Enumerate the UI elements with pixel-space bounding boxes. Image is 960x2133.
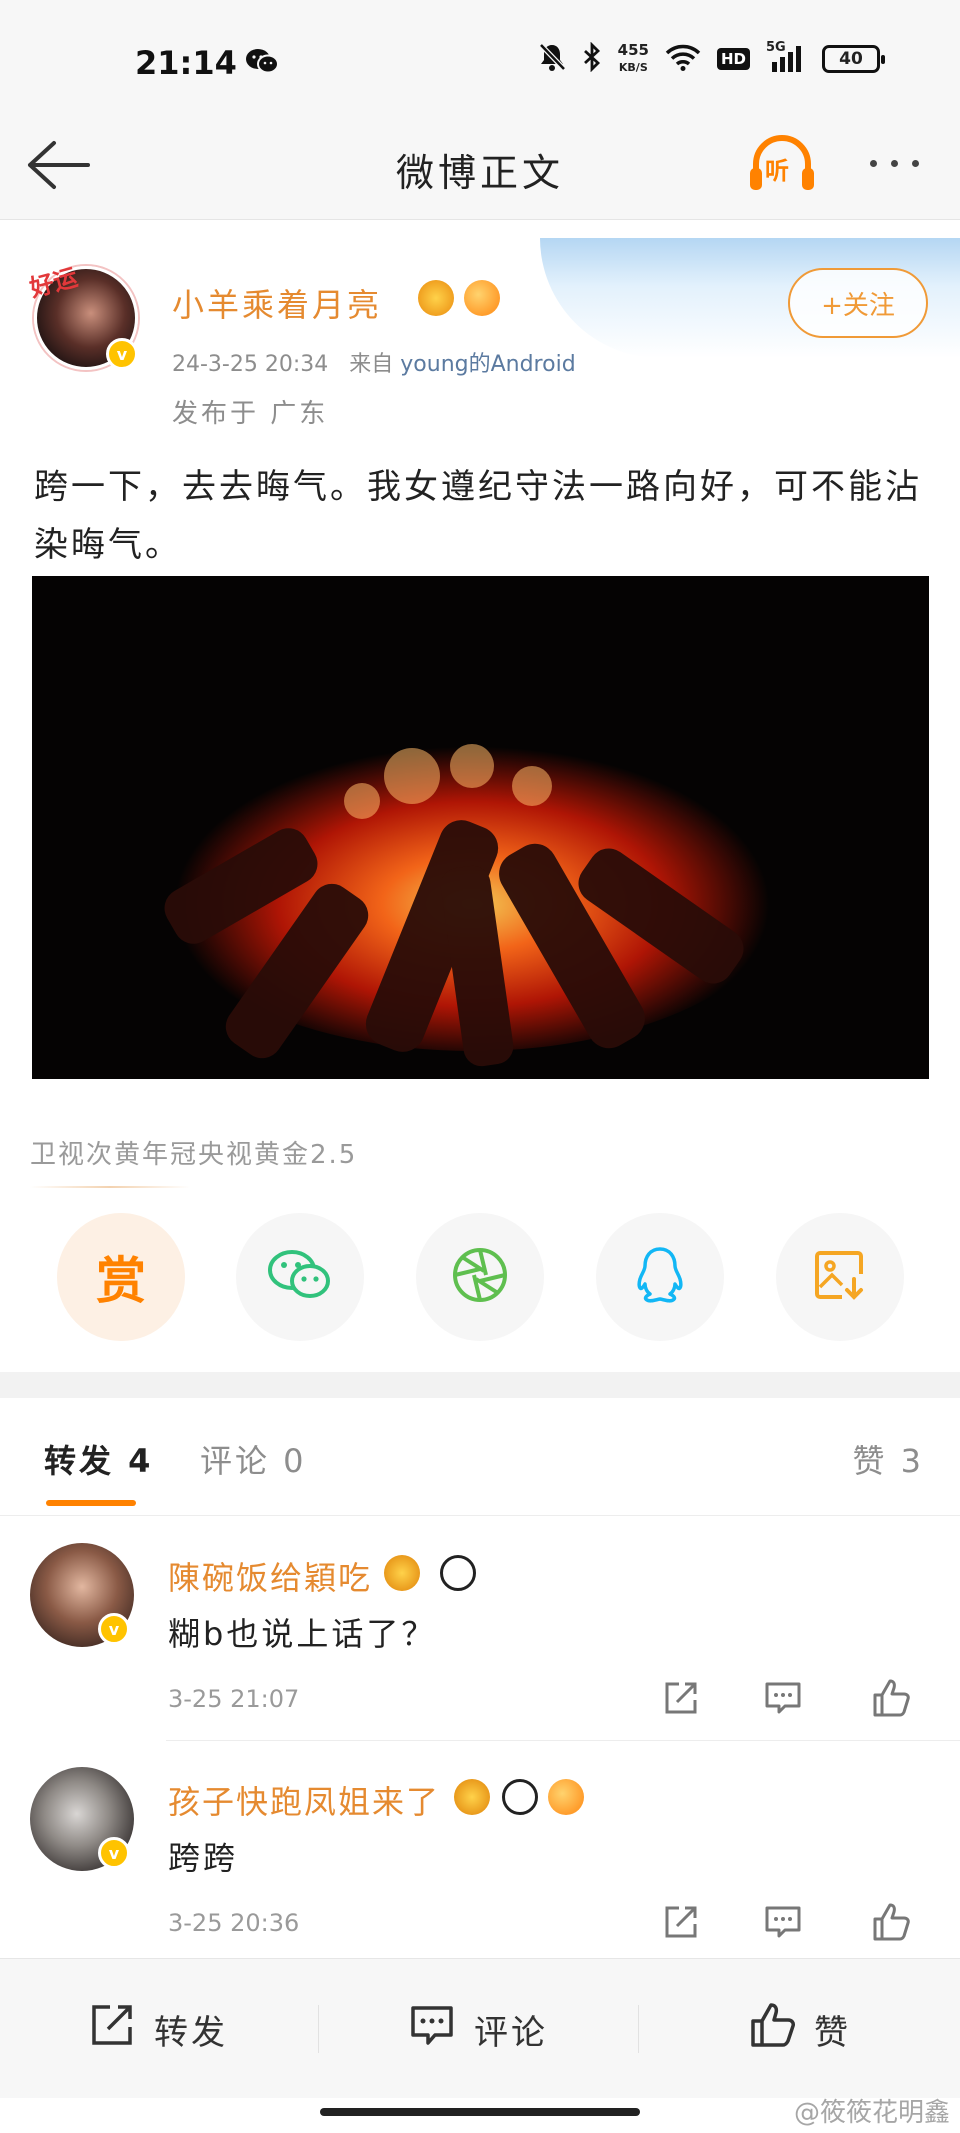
battery-indicator: 40	[822, 45, 885, 73]
share-moments-button[interactable]	[416, 1213, 544, 1341]
post-location: 发布于 广东	[172, 399, 329, 429]
verified-icon: v	[106, 338, 138, 370]
repost-icon[interactable]	[658, 1675, 704, 1721]
verified-icon: v	[98, 1613, 130, 1645]
comment-button[interactable]: 评论	[408, 2001, 548, 2058]
repost-time: 3-25 21:07	[168, 1685, 300, 1713]
hd-badge: HD	[716, 48, 750, 70]
more-options-button[interactable]	[870, 160, 919, 167]
bottom-action-bar: 转发 评论 赞	[0, 1958, 960, 2098]
interaction-tabs: 转发 4 评论 0 赞 3	[0, 1398, 960, 1516]
bar-divider	[318, 2005, 319, 2053]
repost-button[interactable]: 转发	[88, 2001, 228, 2058]
repost-time: 3-25 20:36	[168, 1909, 300, 1937]
author-name[interactable]: 小羊乘着月亮	[172, 280, 382, 326]
tab-indicator	[46, 1500, 136, 1506]
repost-text: 跨跨	[168, 1839, 239, 1877]
bluetooth-icon	[582, 41, 602, 76]
signal-icon: 5G	[766, 40, 806, 74]
source-prefix: 来自	[349, 352, 394, 377]
repost-icon[interactable]	[658, 1899, 704, 1945]
crown-badge-icon	[454, 1779, 490, 1815]
save-image-icon	[812, 1247, 868, 1307]
wechat-icon	[266, 1247, 334, 1307]
comment-icon[interactable]	[760, 1899, 806, 1945]
like-button[interactable]: 赞	[748, 2001, 851, 2058]
tab-comment[interactable]: 评论 0	[200, 1436, 307, 1482]
like-icon[interactable]	[868, 1675, 914, 1721]
page-title: 微博正文	[395, 151, 564, 195]
repost-author[interactable]: 孩子快跑凤姐来了	[168, 1777, 440, 1823]
pufferfish-badge-icon	[464, 280, 500, 316]
share-qq-button[interactable]	[596, 1213, 724, 1341]
topic-tag[interactable]: 卫视次黄年冠央视黄金2.5	[30, 1134, 357, 1171]
pufferfish-badge-icon	[548, 1779, 584, 1815]
status-time: 21:14	[135, 44, 237, 82]
home-indicator[interactable]	[320, 2108, 640, 2116]
watermark: @筱筱花明鑫	[793, 2098, 950, 2128]
verified-icon: v	[98, 1837, 130, 1869]
nav-bar: 微博正文 听	[0, 110, 960, 220]
post-time: 24-3-25 20:34	[172, 352, 329, 377]
mute-icon	[538, 42, 566, 76]
follow-button[interactable]: +关注	[788, 268, 928, 338]
repost-text: 糊b也说上话了？	[168, 1615, 437, 1653]
qq-icon	[634, 1245, 686, 1309]
reward-button[interactable]: 赏	[57, 1213, 185, 1341]
share-row: 赏	[0, 1213, 960, 1343]
tab-repost[interactable]: 转发 4	[44, 1436, 153, 1482]
panda-badge-icon	[502, 1779, 538, 1815]
wechat-icon	[245, 48, 279, 78]
section-divider	[0, 1372, 960, 1398]
post-text: 跨一下，去去晦气。我女遵纪守法一路向好，可不能沾染晦气。	[34, 467, 922, 565]
crown-badge-icon	[418, 280, 454, 316]
repost-author[interactable]: 陳碗饭给穎吃	[168, 1553, 372, 1599]
list-item: v 孩子快跑凤姐来了 跨跨 3-25 20:36	[0, 1741, 960, 1965]
post-source[interactable]: young的Android	[400, 352, 575, 377]
comment-icon	[408, 2001, 456, 2058]
network-speed: 455 KB/S	[617, 41, 649, 74]
crown-badge-icon	[384, 1555, 420, 1591]
save-image-button[interactable]	[776, 1213, 904, 1341]
repost-icon	[88, 2001, 136, 2058]
listen-label: 听	[765, 157, 789, 185]
post-meta: 24-3-25 20:34 来自 young的Android	[172, 346, 576, 378]
avatar-badge: 好运	[26, 263, 81, 303]
status-bar: 21:14 455 KB/S HD 5G 40	[0, 0, 960, 110]
panda-badge-icon	[440, 1555, 476, 1591]
like-icon	[748, 2001, 796, 2058]
bar-divider	[638, 2005, 639, 2053]
list-item: v 陳碗饭给穎吃 糊b也说上话了？ 3-25 21:07	[0, 1517, 960, 1741]
post-image[interactable]	[32, 576, 929, 1079]
listen-button[interactable]: 听	[748, 132, 816, 196]
wifi-icon	[665, 43, 701, 75]
like-icon[interactable]	[868, 1899, 914, 1945]
comment-icon[interactable]	[760, 1675, 806, 1721]
topic-underline	[30, 1186, 190, 1188]
moments-icon	[450, 1245, 510, 1309]
share-wechat-button[interactable]	[236, 1213, 364, 1341]
tab-like[interactable]: 赞 3	[852, 1436, 924, 1482]
